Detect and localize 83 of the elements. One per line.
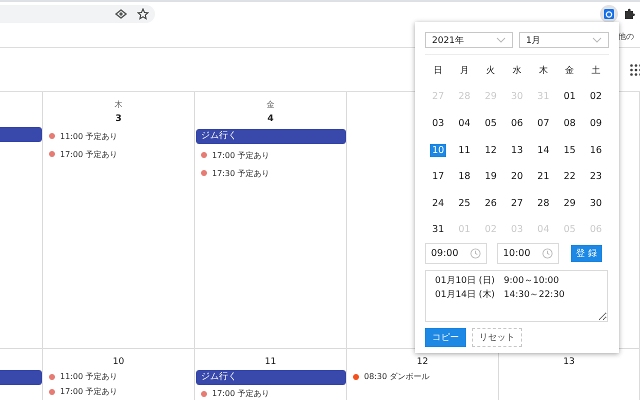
day-cell[interactable]: 31 [430,223,446,236]
year-select[interactable]: 2021年 [425,32,513,48]
reset-button[interactable]: リセット [472,328,522,348]
weekday-header: 日 [434,64,443,77]
event-text: 11:00 予定あり [60,371,118,382]
eye-icon[interactable] [115,9,127,19]
event-text: 17:30 予定あり [212,168,270,178]
date-number[interactable]: 13 [499,355,639,369]
day-cell[interactable]: 11 [456,144,472,157]
weekday-header: 月 [460,64,469,77]
star-icon[interactable] [137,8,149,20]
event-text: 17:00 予定あり [212,150,270,160]
day-cell[interactable]: 30 [588,196,604,210]
day-cell[interactable]: 21 [535,170,552,184]
day-cell[interactable]: 24 [430,196,446,210]
event-text: 17:00 予定あり [212,388,270,399]
timed-event[interactable]: 08:30 ダンボール [347,369,498,384]
day-cell[interactable]: 27 [508,196,526,210]
day-cell[interactable]: 23 [588,170,604,184]
weekday-label: 金 [266,99,276,111]
timed-event[interactable]: 17:00 予定あり [195,146,346,164]
date-number[interactable]: 12 [347,355,498,369]
chevron-icon [496,37,506,43]
weekday-header: 水 [512,64,522,77]
day-cell[interactable]: 17 [430,170,446,184]
clock-icon [470,248,481,260]
day-cell[interactable]: 25 [456,196,472,210]
day-cell[interactable]: 01 [562,90,578,104]
day-cell[interactable]: 02 [588,90,604,104]
apps-grid-icon[interactable] [630,64,640,76]
register-button[interactable]: 登 録 [571,245,602,262]
day-cell[interactable]: 03 [430,116,446,130]
copy-button[interactable]: コピー [425,328,466,348]
month-select[interactable]: 1月 [519,32,609,48]
day-cell[interactable]: 06 [508,116,526,130]
day-cell[interactable]: 16 [588,144,604,157]
day-cell[interactable]: 14 [535,144,552,157]
date-number[interactable]: 3 [43,111,194,127]
day-cell[interactable]: 18 [456,170,472,184]
end-time-field[interactable]: 10:00 [497,243,559,264]
day-cell[interactable]: 13 [508,144,526,157]
day-cell[interactable]: 04 [456,116,472,130]
day-cell[interactable]: 19 [482,170,499,184]
day-cell[interactable]: 28 [535,196,552,210]
day-cell[interactable]: 22 [562,170,578,184]
day-cell[interactable]: 09 [588,116,604,130]
timed-event[interactable]: 11:00 予定あり [43,127,194,145]
event-text: 17:00 予定あり [60,148,118,160]
start-time-field[interactable]: 09:00 [425,243,487,264]
day-cell[interactable]: 26 [482,196,499,210]
day-cell[interactable]: 29 [562,196,578,210]
event-text: 08:30 ダンボール [364,371,430,382]
day-cell[interactable]: 15 [562,144,578,157]
timed-event[interactable]: 11:00 予定あり [43,369,194,384]
day-cell[interactable]: 07 [535,116,552,130]
calendar-extension-icon[interactable] [600,5,618,23]
weekday-header: 火 [486,64,496,77]
weekday-header: 土 [591,64,600,77]
clock-icon [542,248,553,260]
day-cell[interactable]: 08 [562,116,578,130]
weekday-header: 木 [538,64,548,77]
date-number[interactable]: 10 [43,355,194,369]
puzzle-icon[interactable] [624,8,636,20]
address-bar[interactable] [0,5,155,23]
date-number[interactable]: 4 [195,111,346,127]
timed-event[interactable]: 17:00 予定あり [43,145,194,163]
event-text: 11:00 予定あり [60,130,118,142]
day-cell[interactable]: 20 [508,170,526,184]
event-bar[interactable]: ジム行く [196,370,346,385]
day-cell[interactable]: 12 [482,144,499,157]
timed-event[interactable]: 17:00 予定あり [43,384,194,399]
date-number[interactable]: 11 [195,355,346,369]
timed-event[interactable]: 17:30 予定あり [195,164,346,182]
event-text: 17:00 予定あり [60,386,118,397]
weekday-header: 金 [565,64,574,77]
chevron-icon [592,37,602,43]
day-cell[interactable]: 10 [430,144,446,157]
bookmark-folder[interactable]: 他の [618,31,634,42]
event-bar[interactable]: ジム行く [196,129,346,144]
day-cell[interactable]: 05 [482,116,499,130]
schedule-textarea[interactable]: 01月10日 (日) 9:00～10:00 01月14日 (木) 14:30～22:30 [425,270,608,322]
weekday-label: 木 [114,99,124,111]
timed-event[interactable]: 17:00 予定あり [195,386,346,400]
